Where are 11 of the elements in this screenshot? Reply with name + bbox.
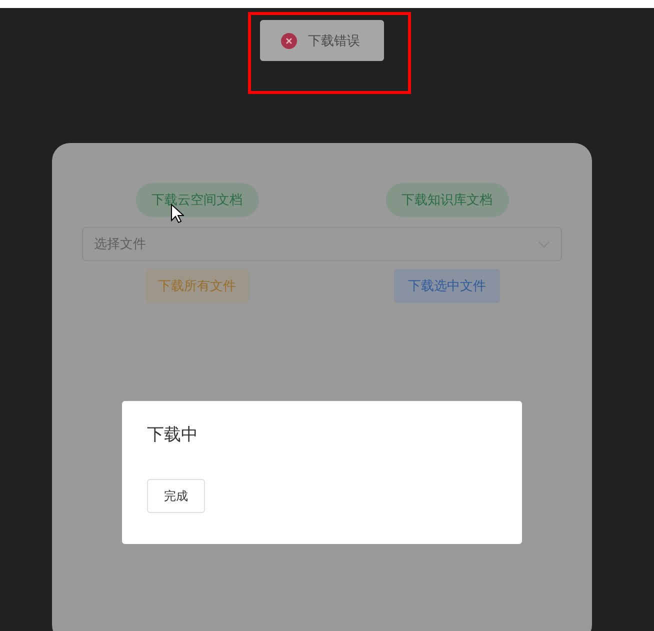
cursor-icon [171, 204, 184, 223]
select-placeholder: 选择文件 [94, 236, 146, 253]
download-button[interactable]: 下载知识库文档 [386, 183, 508, 217]
download-button[interactable]: 下载选中文件 [394, 269, 500, 303]
toast-message: 下载错误 [308, 32, 360, 50]
dialog-title: 下载中 [147, 424, 198, 446]
download-button[interactable]: 下载所有文件 [145, 269, 249, 303]
file-select[interactable]: 选择文件 [82, 227, 562, 261]
download-button[interactable]: 下载云空间文档 [136, 183, 258, 217]
error-icon [281, 32, 297, 48]
done-button[interactable]: 完成 [147, 479, 205, 513]
